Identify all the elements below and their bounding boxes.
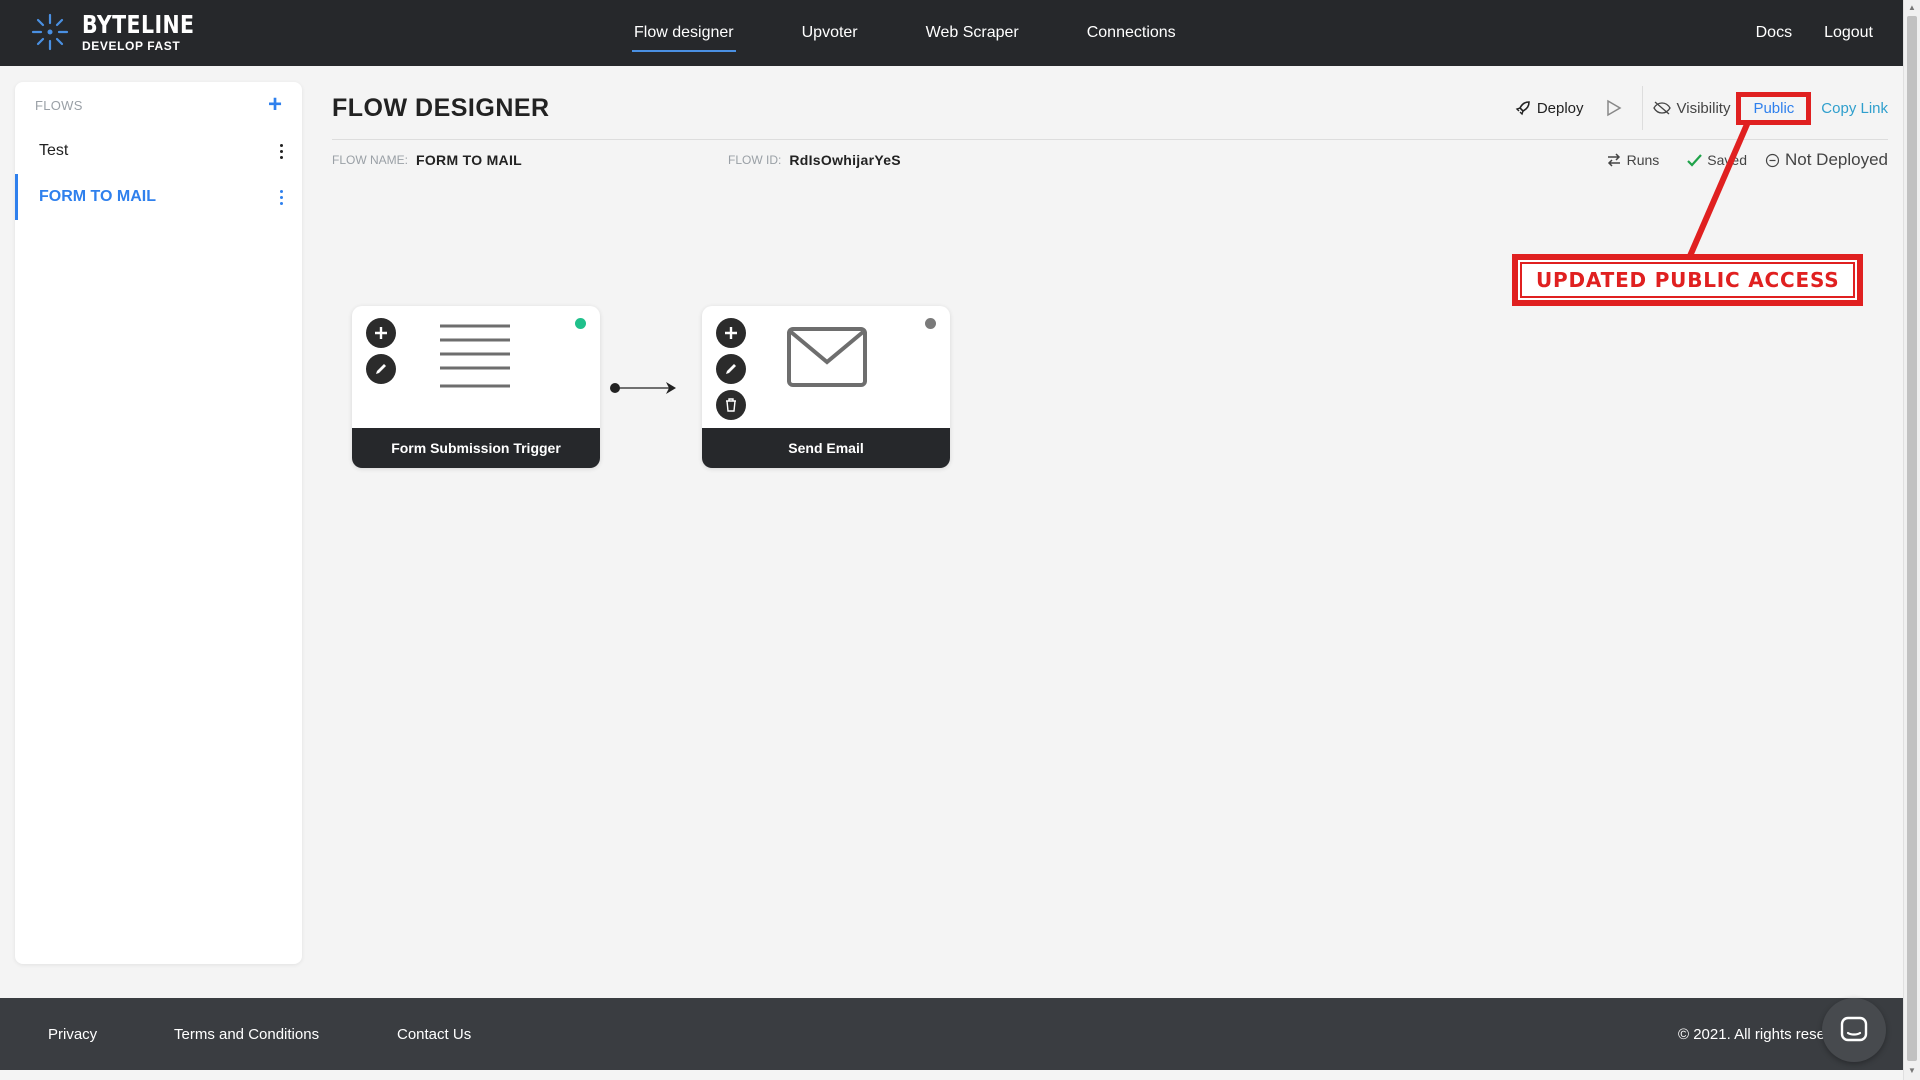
node-status-dot [575, 318, 586, 329]
nav-flow-designer[interactable]: Flow designer [632, 18, 736, 52]
nav-docs[interactable]: Docs [1756, 24, 1792, 42]
node-connector-arrow [610, 382, 676, 394]
page-footer: Privacy Terms and Conditions Contact Us … [0, 998, 1903, 1070]
envelope-icon [787, 327, 867, 387]
top-navbar: BYTELINE DEVELOP FAST Flow designer Upvo… [0, 0, 1903, 66]
deploy-button[interactable]: Deploy [1515, 100, 1584, 117]
saved-status: Saved [1687, 152, 1747, 168]
nav-logout[interactable]: Logout [1824, 24, 1873, 42]
sidebar-item-test[interactable]: Test [15, 128, 302, 174]
sidebar-item-label: Test [39, 142, 69, 159]
flow-id-value: RdIsOwhijarYeS [789, 152, 901, 168]
footer-contact-link[interactable]: Contact Us [397, 1026, 471, 1043]
add-icon[interactable] [716, 318, 746, 348]
eye-slash-icon [1652, 101, 1671, 115]
nav-connections[interactable]: Connections [1085, 18, 1178, 48]
footer-terms-link[interactable]: Terms and Conditions [174, 1026, 319, 1043]
node-send-email[interactable]: Send Email [702, 306, 950, 468]
sidebar-item-label: FORM TO MAIL [39, 188, 157, 205]
page-title: FLOW DESIGNER [332, 94, 550, 122]
vertical-scrollbar[interactable]: ▲ ▼ [1903, 0, 1920, 1080]
node-status-dot [925, 318, 936, 329]
flow-name-value[interactable]: FORM TO MAIL [416, 152, 522, 168]
minus-circle-icon [1765, 153, 1780, 167]
toolbar-divider [1641, 86, 1643, 130]
edit-pencil-icon[interactable] [716, 354, 746, 384]
header-divider [332, 139, 1888, 140]
copy-link-button[interactable]: Copy Link [1821, 100, 1888, 117]
sidebar-title: FLOWS [35, 97, 83, 113]
flows-sidebar: FLOWS + Test FORM TO MAIL [15, 82, 302, 964]
runs-button[interactable]: Runs [1606, 152, 1659, 168]
footer-privacy-link[interactable]: Privacy [48, 1026, 97, 1043]
visibility-label: Visibility [1652, 100, 1730, 117]
nav-upvoter[interactable]: Upvoter [800, 18, 860, 48]
page-bottom-strip [0, 1070, 1903, 1080]
play-icon [1606, 99, 1622, 117]
flow-designer-main: FLOW DESIGNER Deploy Visibility Public C… [332, 82, 1888, 982]
brand-tagline: DEVELOP FAST [82, 39, 181, 53]
sidebar-item-form-to-mail[interactable]: FORM TO MAIL [15, 174, 302, 220]
node-label: Send Email [702, 428, 950, 468]
flow-status-bar: Runs Saved Not Deployed [1578, 150, 1888, 170]
annotation-callout: UPDATED PUBLIC ACCESS [1512, 254, 1864, 306]
flow-name-field: FLOW NAME: FORM TO MAIL [332, 152, 523, 168]
chat-icon [1840, 1016, 1868, 1042]
footer-copyright: © 2021. All rights reserved. [1678, 1025, 1838, 1043]
byteline-logo-icon [31, 13, 69, 51]
main-nav: Flow designer Upvoter Web Scraper Connec… [632, 0, 1242, 66]
more-options-icon[interactable] [278, 189, 284, 205]
scroll-up-icon[interactable]: ▲ [1908, 3, 1916, 12]
swap-arrows-icon [1607, 153, 1620, 167]
check-icon [1687, 153, 1703, 167]
scroll-down-icon[interactable]: ▼ [1908, 1066, 1916, 1075]
flow-id-field: FLOW ID: RdIsOwhijarYeS [728, 152, 901, 168]
nav-web-scraper[interactable]: Web Scraper [924, 18, 1021, 48]
deployment-status: Not Deployed [1765, 150, 1888, 170]
flow-toolbar: Deploy Visibility Public Copy Link [1515, 86, 1888, 130]
scrollbar-thumb[interactable] [1907, 16, 1917, 1061]
delete-trash-icon[interactable] [716, 390, 746, 420]
brand-logo[interactable]: BYTELINE DEVELOP FAST [30, 12, 219, 52]
node-label: Form Submission Trigger [352, 428, 600, 468]
form-lines-icon [440, 324, 510, 388]
chat-support-button[interactable] [1822, 998, 1886, 1062]
rocket-icon [1515, 101, 1530, 116]
add-flow-icon[interactable]: + [268, 93, 282, 117]
brand-name: BYTELINE [82, 10, 195, 39]
node-form-submission-trigger[interactable]: Form Submission Trigger [352, 306, 600, 468]
add-icon[interactable] [366, 318, 396, 348]
edit-pencil-icon[interactable] [366, 354, 396, 384]
more-options-icon[interactable] [278, 143, 284, 159]
public-visibility-toggle[interactable]: Public [1736, 91, 1812, 125]
annotation-text: UPDATED PUBLIC ACCESS [1520, 262, 1856, 298]
run-button[interactable] [1606, 99, 1622, 117]
